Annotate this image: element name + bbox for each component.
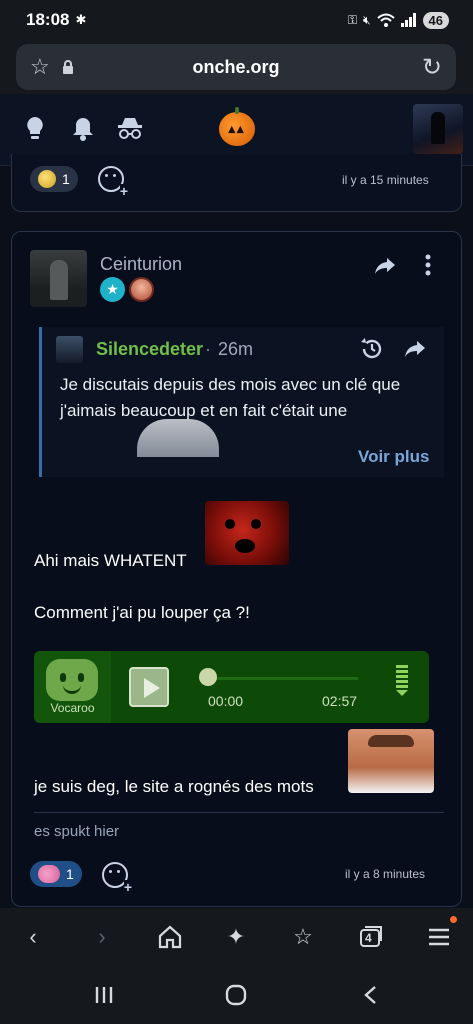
mute-icon: 🔇︎ <box>362 12 371 27</box>
quote-image-thumbnail <box>137 419 219 457</box>
post-card: Ceinturion ★ Silencedeter · 26m Je discu… <box>11 231 462 907</box>
reaction-count: 1 <box>62 171 70 187</box>
vocaroo-label: Vocaroo <box>50 701 95 715</box>
system-navigation-bar <box>0 966 473 1024</box>
read-more-link[interactable]: Voir plus <box>358 447 429 467</box>
wifi-icon <box>376 13 395 27</box>
vocaroo-logo[interactable]: Vocaroo <box>34 651 111 723</box>
status-bar: 18:08 ✱ ⚿ 🔇︎ 46 <box>0 0 473 40</box>
quote-author-avatar[interactable] <box>56 336 83 363</box>
recent-apps-icon[interactable] <box>93 984 115 1006</box>
forward-icon[interactable]: › <box>87 922 117 952</box>
face-badge-icon <box>129 277 154 302</box>
quoted-message[interactable]: Silencedeter · 26m Je discutais depuis d… <box>39 327 444 477</box>
lightbulb-icon[interactable] <box>24 116 46 142</box>
pumpkin-logo[interactable]: ▴▴ <box>219 107 255 146</box>
address-bar[interactable]: ☆ onche.org ↻ <box>16 44 456 90</box>
red-face-sticker <box>205 501 289 565</box>
signature-divider <box>34 812 444 813</box>
previous-post-footer: 1 il y a 15 minutes <box>11 154 462 212</box>
share-icon[interactable] <box>374 256 396 276</box>
coin-reaction-chip[interactable]: 1 <box>30 166 78 192</box>
url-text[interactable]: onche.org <box>16 57 456 78</box>
incognito-icon[interactable] <box>117 116 143 140</box>
tabs-icon[interactable]: 4 <box>356 922 386 952</box>
coin-icon <box>38 170 56 188</box>
play-button[interactable] <box>129 667 169 707</box>
status-indicators: ⚿ 🔇︎ 46 <box>347 11 449 29</box>
browser-toolbar: ☆ onche.org ↻ <box>0 40 473 94</box>
audio-seek-handle[interactable] <box>199 668 217 686</box>
status-time: 18:08 <box>26 10 70 29</box>
battery-indicator: 46 <box>422 11 449 29</box>
audio-progress-track[interactable] <box>208 677 358 680</box>
post-line-3: je suis deg, le site a rognés des mots <box>34 777 314 796</box>
user-avatar[interactable] <box>413 104 463 154</box>
key-icon: ⚿ <box>347 12 357 27</box>
vocaroo-player: Vocaroo 00:00 02:57 <box>34 651 429 723</box>
candy-reaction-chip[interactable]: 1 <box>30 861 82 887</box>
quote-author[interactable]: Silencedeter <box>96 339 203 360</box>
notification-dot <box>450 916 457 923</box>
home-circle-icon[interactable] <box>225 984 247 1006</box>
quote-separator: · <box>205 339 211 359</box>
star-badge-icon: ★ <box>100 277 125 302</box>
home-icon[interactable] <box>155 922 185 952</box>
post-line-2: Comment j'ai pu louper ça ?! <box>34 603 250 622</box>
bookmarks-icon[interactable]: ☆ <box>288 922 318 952</box>
history-icon[interactable] <box>360 337 384 361</box>
sparkle-icon[interactable]: ✦ <box>221 922 251 952</box>
browser-bottom-nav: ‹ › ✦ ☆ 4 <box>0 908 473 966</box>
system-back-icon[interactable] <box>360 984 382 1006</box>
user-signature: es spukt hier <box>34 823 120 840</box>
post-time: il y a 8 minutes <box>345 867 426 881</box>
post-line-1: Ahi mais WHATENT <box>34 551 187 570</box>
quote-text: Je discutais depuis des mois avec un clé… <box>60 375 401 420</box>
volume-icon[interactable] <box>396 665 408 705</box>
audio-current-time: 00:00 <box>208 693 244 709</box>
author-avatar[interactable] <box>30 250 87 307</box>
add-reaction-icon[interactable] <box>102 862 132 894</box>
menu-icon[interactable] <box>424 922 454 952</box>
quote-time: 26m <box>218 339 254 359</box>
candy-icon <box>38 865 60 883</box>
bell-icon[interactable] <box>72 116 94 142</box>
more-options-icon[interactable] <box>425 254 431 276</box>
author-name[interactable]: Ceinturion <box>100 254 182 275</box>
reaction-count: 1 <box>66 866 74 882</box>
tabs-count: 4 <box>365 931 372 945</box>
add-reaction-icon[interactable] <box>98 166 128 198</box>
back-icon[interactable]: ‹ <box>18 922 48 952</box>
vocaroo-face-icon <box>46 659 98 701</box>
crying-man-sticker <box>348 729 434 793</box>
notification-icon: ✱ <box>75 12 87 27</box>
quote-share-icon[interactable] <box>404 339 426 359</box>
post-time: il y a 15 minutes <box>342 173 429 187</box>
audio-duration: 02:57 <box>322 693 358 709</box>
signal-icon <box>400 13 416 27</box>
